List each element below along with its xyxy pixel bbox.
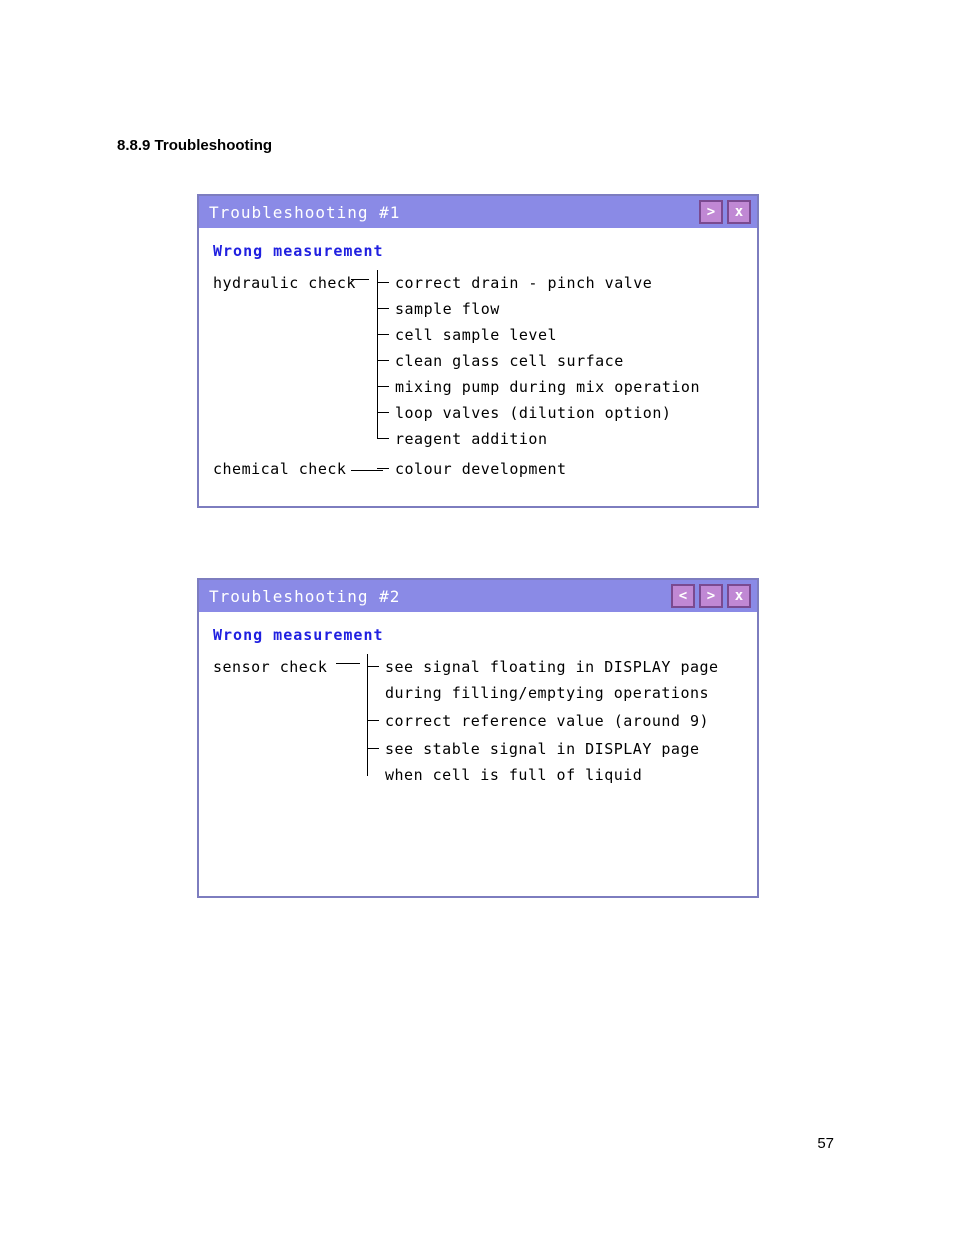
titlebar: Troubleshooting #1 > x: [199, 196, 757, 228]
tree-node: sample flow: [383, 296, 743, 322]
close-button[interactable]: x: [727, 584, 751, 608]
title-buttons: < > x: [671, 584, 751, 608]
branch-label: chemical check: [213, 456, 346, 482]
branch-items: see signal floating in DISPLAY page duri…: [373, 654, 743, 790]
tree-branch-sensor: sensor check see signal floating in DISP…: [213, 654, 743, 790]
dialog-subheader: Wrong measurement: [213, 238, 743, 264]
troubleshooting-dialog-1: Troubleshooting #1 > x Wrong measurement…: [197, 194, 759, 508]
tree-node: clean glass cell surface: [383, 348, 743, 374]
next-button[interactable]: >: [699, 584, 723, 608]
prev-button[interactable]: <: [671, 584, 695, 608]
section-heading: 8.8.9 Troubleshooting: [117, 137, 272, 154]
branch-items: correct drain - pinch valve sample flow …: [383, 270, 743, 452]
tree-node: loop valves (dilution option): [383, 400, 743, 426]
tree-node: correct reference value (around 9): [373, 708, 733, 736]
titlebar: Troubleshooting #2 < > x: [199, 580, 757, 612]
branch-items: colour development: [383, 456, 743, 482]
troubleshooting-tree: sensor check see signal floating in DISP…: [213, 654, 743, 790]
troubleshooting-dialog-2: Troubleshooting #2 < > x Wrong measureme…: [197, 578, 759, 898]
title-buttons: > x: [699, 200, 751, 224]
troubleshooting-tree: hydraulic check correct drain - pinch va…: [213, 270, 743, 482]
branch-label: sensor check: [213, 654, 327, 680]
tree-node: mixing pump during mix operation: [383, 374, 743, 400]
dialog-title: Troubleshooting #2: [209, 587, 400, 606]
tree-branch-chemical: chemical check colour development: [213, 456, 743, 482]
close-button[interactable]: x: [727, 200, 751, 224]
dialog-body: Wrong measurement sensor check see signa…: [199, 612, 757, 804]
dialog-title: Troubleshooting #1: [209, 203, 400, 222]
tree-node: colour development: [383, 456, 743, 482]
tree-node: cell sample level: [383, 322, 743, 348]
tree-branch-hydraulic: hydraulic check correct drain - pinch va…: [213, 270, 743, 452]
tree-node: correct drain - pinch valve: [383, 270, 743, 296]
next-button[interactable]: >: [699, 200, 723, 224]
tree-node: reagent addition: [383, 426, 743, 452]
dialog-subheader: Wrong measurement: [213, 622, 743, 648]
dialog-body: Wrong measurement hydraulic check correc…: [199, 228, 757, 496]
tree-node: see signal floating in DISPLAY page duri…: [373, 654, 733, 708]
page-number: 57: [817, 1135, 834, 1152]
tree-node: see stable signal in DISPLAY page when c…: [373, 736, 733, 790]
branch-label: hydraulic check: [213, 270, 356, 296]
